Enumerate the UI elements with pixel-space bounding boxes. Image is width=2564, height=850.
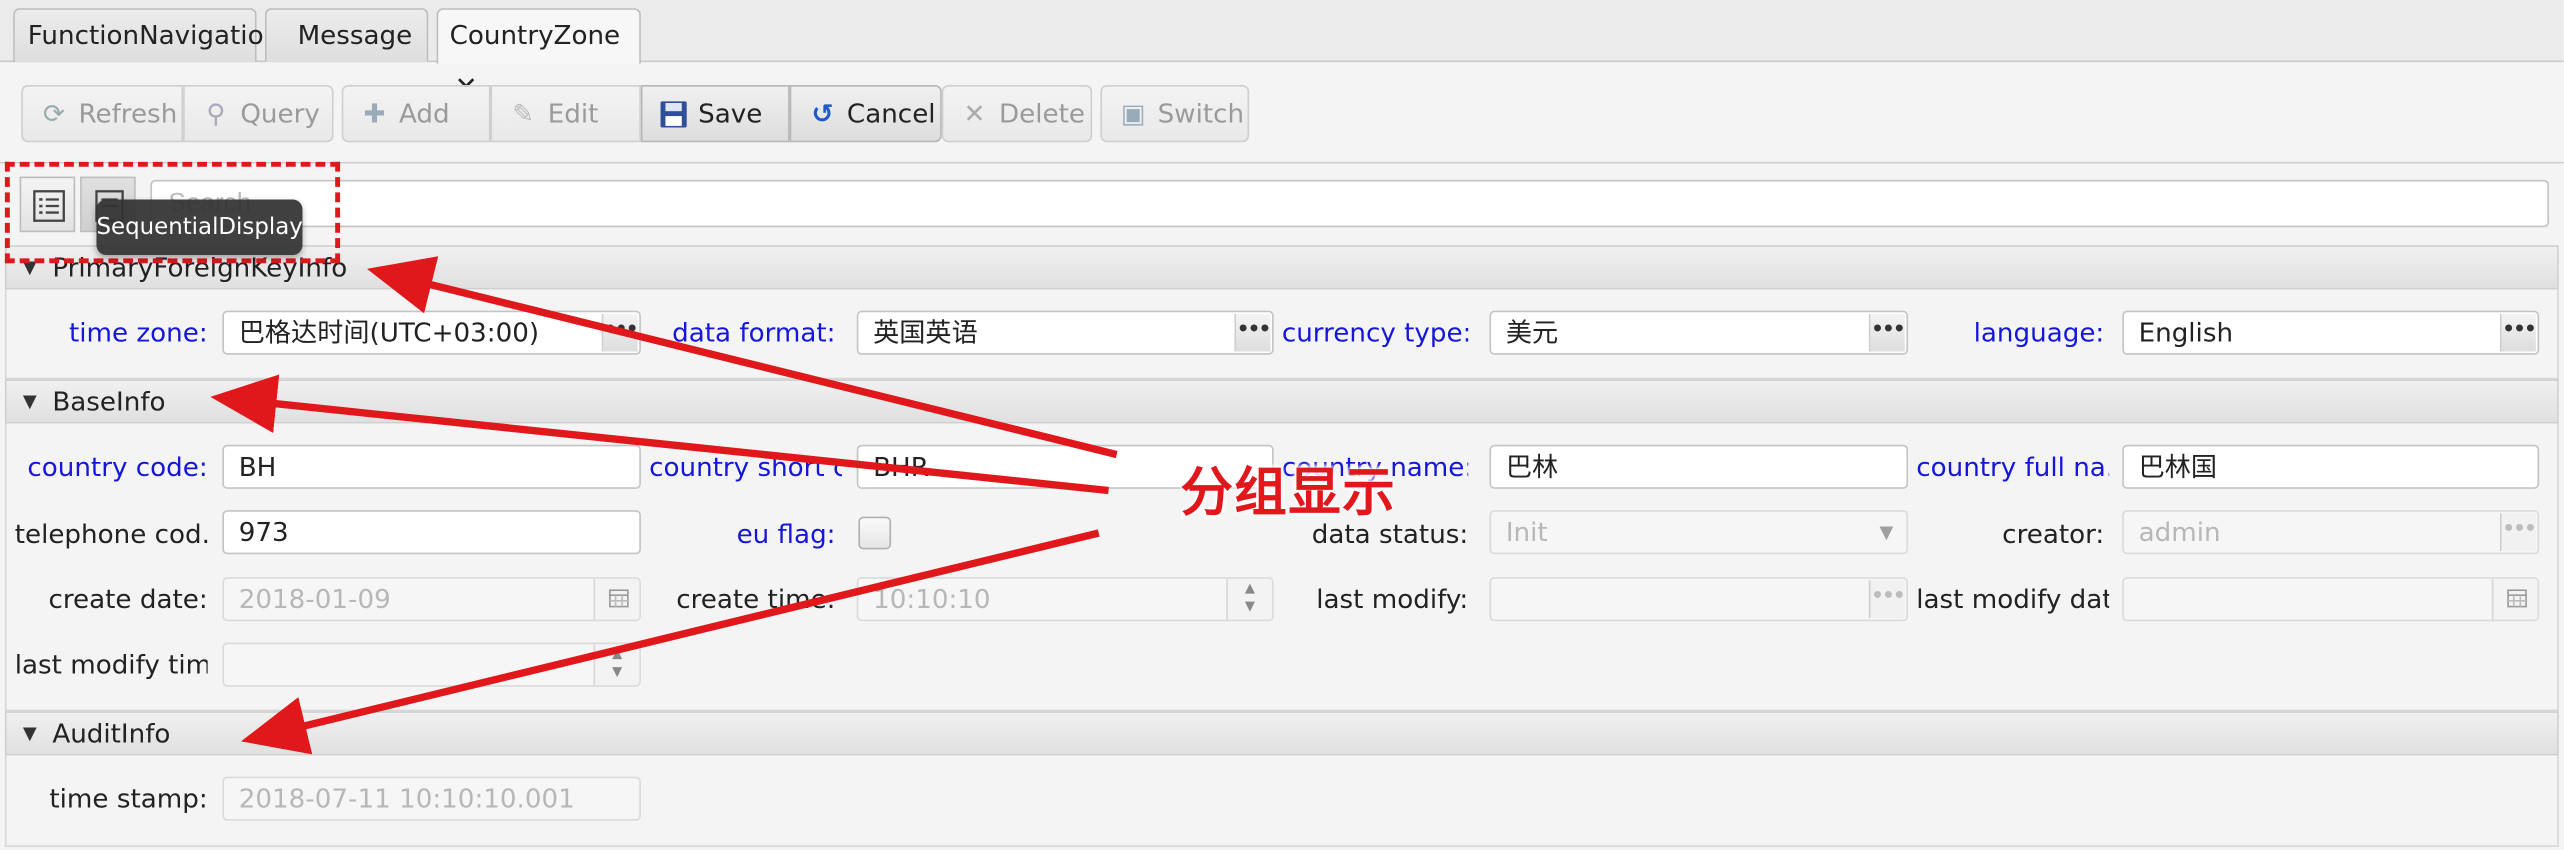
last-modify-label: last modify:: [1316, 583, 1469, 615]
currency-type-label: currency type:: [1281, 317, 1469, 349]
country-full-name-label: country full na...: [1916, 451, 2109, 483]
refresh-icon: ⟳: [42, 98, 65, 130]
more-icon[interactable]: •••: [1234, 313, 1271, 352]
data-format-label: data format:: [672, 317, 836, 349]
section-title: BaseInfo: [52, 385, 166, 417]
switch-button[interactable]: ▣ Switch: [1100, 85, 1250, 143]
tab-label: Message: [297, 19, 413, 51]
tab-label: FunctionNavigation: [27, 19, 281, 51]
language-value: English: [2138, 317, 2234, 349]
undo-icon: ↺: [811, 98, 834, 130]
collapse-icon: ▼: [22, 722, 37, 744]
create-time-value: 10:10:10: [873, 583, 991, 615]
country-short-code-label: country short c...: [649, 451, 842, 483]
toolbar: ⟳ Refresh ⚲ Query ✚ Add ✎ Edit Save ↺ Cancel …: [0, 62, 2564, 164]
eu-flag-checkbox[interactable]: [858, 516, 892, 550]
tab-country-zone[interactable]: CountryZone✕: [436, 8, 641, 105]
sequential-display-tooltip: SequentialDisplay: [96, 199, 303, 256]
time-zone-value: 巴格达时间(UTC+03:00): [238, 317, 540, 349]
more-icon[interactable]: •••: [2499, 313, 2537, 352]
currency-type-field[interactable]: 美元 •••: [1489, 310, 1909, 355]
language-field[interactable]: English •••: [2122, 310, 2540, 355]
refresh-button[interactable]: ⟳ Refresh: [21, 85, 184, 143]
last-modify-time-label: last modify tim...: [14, 649, 208, 681]
tab-label: CountryZone: [449, 19, 621, 51]
save-label: Save: [698, 98, 763, 130]
section-header-base[interactable]: ▼ BaseInfo: [4, 379, 2559, 424]
collapse-icon: ▼: [22, 390, 37, 413]
switch-icon: ▣: [1120, 98, 1146, 130]
add-label: Add: [398, 98, 450, 130]
country-code-field[interactable]: BH: [222, 444, 641, 489]
plus-icon: ✚: [363, 98, 386, 130]
search-icon: ⚲: [206, 98, 226, 130]
country-full-name-field[interactable]: 巴林国: [2122, 444, 2540, 489]
query-button[interactable]: ⚲ Query: [183, 85, 334, 143]
section-title: AuditInfo: [52, 717, 171, 749]
last-modify-field[interactable]: •••: [1489, 577, 1909, 622]
creator-field[interactable]: admin •••: [2122, 510, 2540, 555]
spinner-icon[interactable]: ▲ ▼: [1226, 578, 1273, 620]
create-date-value: 2018-01-09: [238, 583, 391, 615]
create-time-label: create time:: [676, 583, 836, 615]
time-stamp-label: time stamp:: [49, 783, 208, 815]
app-window: FunctionNavigation Message CountryZone ✕ …: [0, 0, 2564, 850]
edit-button[interactable]: ✎ Edit: [490, 85, 641, 143]
currency-type-value: 美元: [1505, 317, 1559, 349]
section-header-primary[interactable]: ▼ PrimaryForeignKeyInfo: [4, 245, 2559, 290]
save-icon: [659, 100, 688, 129]
edit-label: Edit: [547, 98, 599, 130]
data-format-value: 英国英语: [873, 317, 978, 349]
chevron-down-icon: ▼: [1879, 521, 1894, 543]
add-button[interactable]: ✚ Add: [341, 85, 491, 143]
more-icon[interactable]: •••: [2499, 513, 2537, 551]
calendar-icon[interactable]: [2491, 578, 2538, 620]
time-stamp-field[interactable]: 2018-07-11 10:10:10.001: [222, 776, 641, 821]
country-name-field[interactable]: 巴林: [1489, 444, 1909, 489]
data-status-select[interactable]: Init ▼: [1489, 510, 1909, 555]
data-format-field[interactable]: 英国英语 •••: [856, 310, 1274, 355]
more-icon[interactable]: •••: [1868, 313, 1906, 352]
tab-function-navigation[interactable]: FunctionNavigation: [13, 8, 280, 63]
refresh-label: Refresh: [78, 98, 178, 130]
delete-label: Delete: [998, 98, 1085, 130]
calendar-icon[interactable]: [593, 578, 640, 620]
tab-message[interactable]: Message: [264, 8, 429, 63]
spinner-icon[interactable]: ▲ ▼: [593, 644, 640, 686]
telephone-code-field[interactable]: 973: [222, 510, 641, 555]
last-modify-date-field[interactable]: [2122, 577, 2540, 622]
search-input[interactable]: Search: [150, 179, 2549, 228]
section-body-audit: time stamp: 2018-07-11 10:10:10.001: [4, 755, 2559, 847]
create-date-label: create date:: [48, 583, 208, 615]
edit-icon: ✎: [512, 98, 535, 130]
telephone-code-label: telephone cod...: [14, 518, 208, 550]
creator-value: admin: [2138, 516, 2221, 548]
last-modify-time-field[interactable]: ▲ ▼: [222, 642, 641, 687]
delete-button[interactable]: ✕ Delete: [941, 85, 1093, 143]
language-label: language:: [1973, 317, 2105, 349]
last-modify-date-label: last modify dat...: [1916, 583, 2110, 615]
more-icon[interactable]: •••: [601, 313, 638, 352]
tab-bar: FunctionNavigation Message CountryZone✕: [0, 0, 2564, 105]
cancel-button[interactable]: ↺ Cancel: [789, 85, 942, 143]
country-code-label: country code:: [27, 451, 208, 483]
section-header-audit[interactable]: ▼ AuditInfo: [4, 711, 2559, 756]
creator-label: creator:: [2002, 518, 2105, 550]
save-button[interactable]: Save: [640, 85, 790, 143]
time-zone-field[interactable]: 巴格达时间(UTC+03:00) •••: [222, 310, 641, 355]
create-time-field[interactable]: 10:10:10 ▲ ▼: [856, 577, 1274, 622]
query-label: Query: [240, 98, 320, 130]
more-icon[interactable]: •••: [1868, 580, 1906, 619]
create-date-field[interactable]: 2018-01-09: [222, 577, 641, 622]
close-icon: ✕: [963, 98, 986, 130]
time-zone-label: time zone:: [69, 317, 208, 349]
cancel-label: Cancel: [846, 98, 936, 130]
switch-label: Switch: [1157, 98, 1245, 130]
data-status-value: Init: [1505, 516, 1548, 548]
annotation-text: 分组显示: [1180, 461, 1397, 524]
eu-flag-label: eu flag:: [736, 518, 836, 550]
section-body-primary: time zone: 巴格达时间(UTC+03:00) ••• data form…: [4, 289, 2559, 380]
